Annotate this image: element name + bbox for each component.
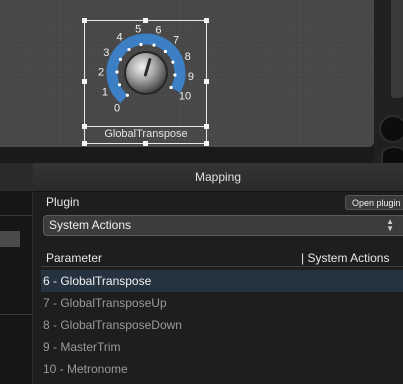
knob-tick-label: 7 [173, 35, 179, 47]
divider [0, 215, 32, 216]
left-pane-selected-item[interactable] [0, 231, 20, 247]
knob-tick-dot [139, 42, 143, 47]
knob-tick-label: 1 [102, 86, 108, 98]
knob-tick-label: 10 [179, 91, 191, 103]
knob-tick-label: 5 [135, 24, 141, 36]
editor-panel: 0 1 2 3 4 5 6 7 8 9 10 GlobalTranspose [0, 0, 403, 164]
system-actions-column-header: | System Actions [301, 251, 390, 265]
open-plugin-button[interactable]: Open plugin [345, 195, 403, 210]
mapping-panel: Mapping Plugin Open plugin System Action… [33, 163, 403, 384]
plugin-label: Plugin [46, 195, 80, 209]
knob-tick-dot [125, 93, 129, 97]
divider [41, 266, 403, 267]
knob-tick-label: 0 [114, 102, 120, 114]
mapping-title: Mapping [33, 163, 403, 192]
knob-tick-dot [169, 85, 173, 90]
chevron-updown-icon: ▲ ▼ [386, 217, 394, 233]
knob-tick-label: 2 [98, 66, 104, 78]
parameter-column-header: Parameter [46, 251, 103, 265]
knob-tick-dot [171, 60, 175, 64]
knob-tick-dot [115, 70, 119, 74]
knob-tick-label: 3 [103, 47, 109, 59]
plugin-select-value: System Actions [49, 218, 132, 232]
knob-tick-label: 6 [155, 25, 161, 37]
knob-tick-dot [118, 57, 122, 61]
left-pane [0, 163, 33, 384]
knob-tick-dot [127, 47, 131, 52]
knob-tick-dot [117, 83, 122, 87]
knob-tick-dot [173, 73, 177, 77]
left-pane-header [0, 163, 32, 191]
knob-tick-label: 8 [185, 51, 191, 63]
divider [0, 314, 32, 315]
knob-tick-dot [152, 43, 156, 47]
parameter-row[interactable]: 9 - MasterTrim [41, 336, 403, 358]
parameter-row[interactable]: 10 - Metronome [41, 358, 403, 380]
plugin-select[interactable]: System Actions ▲ ▼ [43, 215, 403, 236]
knob-label: GlobalTranspose [104, 128, 188, 140]
knob-tick-label: 4 [116, 32, 122, 44]
parameter-row[interactable]: 6 - GlobalTranspose [41, 270, 403, 292]
parameter-row[interactable]: 7 - GlobalTransposeUp [41, 292, 403, 314]
knob-tick-label: 9 [188, 71, 194, 83]
parameter-row[interactable]: 8 - GlobalTransposeDown [41, 314, 403, 336]
knob-tick-dot [163, 49, 168, 54]
